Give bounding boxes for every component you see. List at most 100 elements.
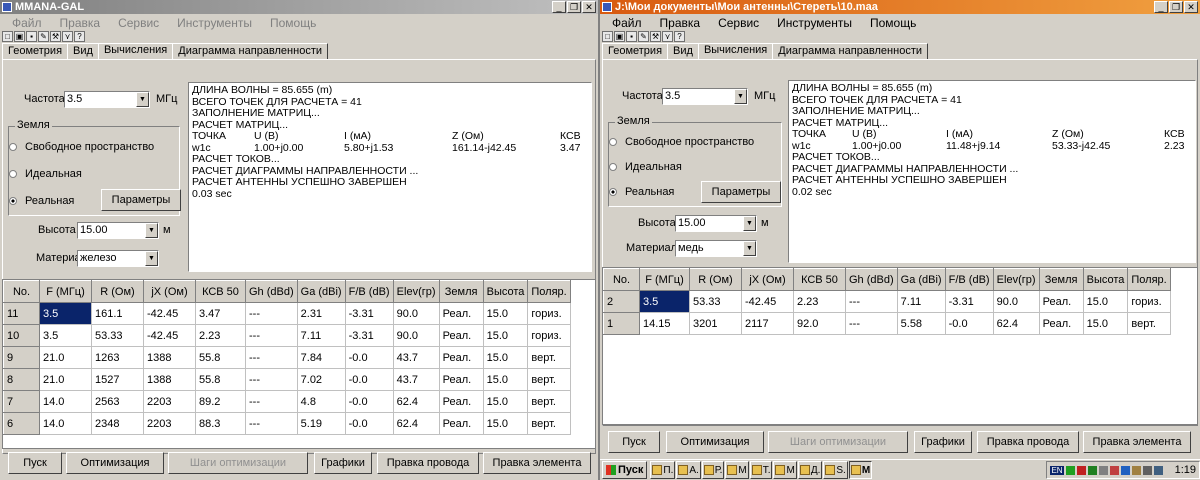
table-cell[interactable]: -42.45 xyxy=(143,324,196,347)
menu-item[interactable]: Сервис xyxy=(109,16,168,30)
open-file-icon[interactable]: ▣ xyxy=(614,31,625,42)
table-cell[interactable]: --- xyxy=(245,346,298,369)
open-file-icon[interactable]: ▣ xyxy=(14,31,25,42)
table-cell[interactable]: 15.0 xyxy=(1082,312,1129,335)
menu-item[interactable]: Сервис xyxy=(709,16,768,30)
table-cell[interactable]: гориз. xyxy=(527,302,571,325)
table-cell[interactable]: 3201 xyxy=(689,312,742,335)
chevron-down-icon[interactable]: ▼ xyxy=(743,241,756,256)
antenna-icon[interactable]: ⋎ xyxy=(62,31,73,42)
height-combo[interactable]: 15.00 ▼ xyxy=(675,215,757,232)
table-cell[interactable]: 3.5 xyxy=(39,324,92,347)
column-header[interactable]: Elev(гр) xyxy=(392,280,440,303)
taskbar-task[interactable]: Р. xyxy=(701,461,725,479)
table-cell[interactable]: 1263 xyxy=(91,346,144,369)
antivirus-icon[interactable] xyxy=(1076,465,1086,475)
material-combo[interactable]: медь ▼ xyxy=(675,240,757,257)
table-cell[interactable]: 2203 xyxy=(143,390,196,413)
table-cell[interactable]: -42.45 xyxy=(741,290,794,313)
column-header[interactable]: Ga (dBi) xyxy=(296,280,346,303)
row-number[interactable]: 2 xyxy=(603,290,640,313)
close-icon[interactable]: ✕ xyxy=(582,1,596,13)
menu-item[interactable]: Правка xyxy=(651,16,710,30)
table-cell[interactable]: --- xyxy=(845,312,898,335)
table-cell[interactable]: 62.4 xyxy=(992,312,1040,335)
tab-pattern[interactable]: Диаграмма направленности xyxy=(772,43,929,60)
table-cell[interactable]: 15.0 xyxy=(482,302,529,325)
column-header[interactable]: R (Ом) xyxy=(91,280,144,303)
table-cell[interactable]: 21.0 xyxy=(39,368,92,391)
table-cell[interactable]: -0.0 xyxy=(344,346,394,369)
table-cell[interactable]: 21.0 xyxy=(39,346,92,369)
minimize-icon[interactable]: _ xyxy=(552,1,566,13)
ground-option[interactable]: Идеальная xyxy=(609,161,682,173)
table-row[interactable]: 7 14.0 2563 2203 89.2 --- 4.8 -0.0 62.4 Реал. 15.0… xyxy=(3,390,571,413)
table-cell[interactable]: -3.31 xyxy=(344,324,394,347)
radio-icon[interactable] xyxy=(9,170,17,178)
row-number[interactable]: 9 xyxy=(3,346,40,369)
edit-wire-button[interactable]: Правка провода xyxy=(377,452,479,474)
table-cell[interactable]: 15.0 xyxy=(482,390,529,413)
table-cell[interactable]: 14.0 xyxy=(39,390,92,413)
table-cell[interactable]: Реал. xyxy=(438,324,484,347)
new-file-icon[interactable]: □ xyxy=(602,31,613,42)
radio-icon[interactable] xyxy=(609,188,617,196)
frequency-combo[interactable]: 3.5 ▼ xyxy=(64,91,150,108)
language-indicator[interactable]: EN xyxy=(1050,465,1064,475)
table-cell[interactable]: -0.0 xyxy=(944,312,994,335)
antenna-icon[interactable]: ⋎ xyxy=(662,31,673,42)
tab-calculations[interactable]: Вычисления xyxy=(97,43,174,60)
table-cell[interactable]: 14.0 xyxy=(39,412,92,435)
table-cell[interactable]: --- xyxy=(245,412,298,435)
table-cell[interactable]: -0.0 xyxy=(344,368,394,391)
column-header[interactable]: No. xyxy=(603,268,640,291)
taskbar-task[interactable]: Д. xyxy=(797,461,823,479)
row-number[interactable]: 6 xyxy=(3,412,40,435)
column-header[interactable]: Земля xyxy=(1038,268,1084,291)
table-cell[interactable]: 1388 xyxy=(143,368,196,391)
column-header[interactable]: КСВ 50 xyxy=(793,268,846,291)
edit-icon[interactable]: ✎ xyxy=(638,31,649,42)
table-cell[interactable]: Реал. xyxy=(438,302,484,325)
disk-icon[interactable] xyxy=(1098,465,1108,475)
table-row[interactable]: 6 14.0 2348 2203 88.3 --- 5.19 -0.0 62.4 Реал. 15.… xyxy=(3,412,571,435)
column-header[interactable]: jX (Ом) xyxy=(741,268,794,291)
menu-item[interactable]: Инструменты xyxy=(168,16,261,30)
table-cell[interactable]: 2.23 xyxy=(195,324,246,347)
table-cell[interactable]: 7.11 xyxy=(896,290,946,313)
column-header[interactable]: jX (Ом) xyxy=(143,280,196,303)
table-cell[interactable]: верт. xyxy=(527,346,571,369)
table-cell[interactable]: гориз. xyxy=(1127,290,1171,313)
table-cell[interactable]: 1527 xyxy=(91,368,144,391)
column-header[interactable]: КСВ 50 xyxy=(195,280,246,303)
table-cell[interactable]: 2117 xyxy=(741,312,794,335)
column-header[interactable]: Elev(гр) xyxy=(992,268,1040,291)
table-cell[interactable]: 15.0 xyxy=(482,412,529,435)
column-header[interactable]: Земля xyxy=(438,280,484,303)
tab-view[interactable]: Вид xyxy=(667,43,699,60)
table-cell[interactable]: верт. xyxy=(527,390,571,413)
run-button[interactable]: Пуск xyxy=(608,431,660,453)
row-number[interactable]: 11 xyxy=(3,302,40,325)
column-header[interactable]: Gh (dBd) xyxy=(845,268,898,291)
column-header[interactable]: Поляр. xyxy=(1127,268,1171,291)
volume-icon[interactable] xyxy=(1153,465,1163,475)
table-cell[interactable]: 53.33 xyxy=(91,324,144,347)
menu-item[interactable]: Файл xyxy=(0,16,51,30)
table-cell[interactable]: Реал. xyxy=(438,390,484,413)
table-cell[interactable]: Реал. xyxy=(438,346,484,369)
ground-option[interactable]: Реальная xyxy=(9,195,74,207)
table-cell[interactable]: 2563 xyxy=(91,390,144,413)
table-row[interactable]: 8 21.0 1527 1388 55.8 --- 7.02 -0.0 43.7 Реал. 15.… xyxy=(3,368,571,391)
column-header[interactable]: Gh (dBd) xyxy=(245,280,298,303)
tab-geometry[interactable]: Геометрия xyxy=(602,43,669,60)
chevron-down-icon[interactable]: ▼ xyxy=(145,251,158,266)
table-cell[interactable]: 55.8 xyxy=(195,368,246,391)
monitor-icon[interactable] xyxy=(1142,465,1152,475)
table-cell[interactable]: 62.4 xyxy=(392,390,440,413)
table-cell[interactable]: -42.45 xyxy=(143,302,196,325)
table-cell[interactable]: 62.4 xyxy=(392,412,440,435)
column-header[interactable]: R (Ом) xyxy=(689,268,742,291)
help-icon[interactable]: ? xyxy=(674,31,685,42)
calculation-log[interactable]: ДЛИНА ВОЛНЫ = 85.655 (m) ВСЕГО ТОЧЕК ДЛЯ … xyxy=(788,80,1196,263)
